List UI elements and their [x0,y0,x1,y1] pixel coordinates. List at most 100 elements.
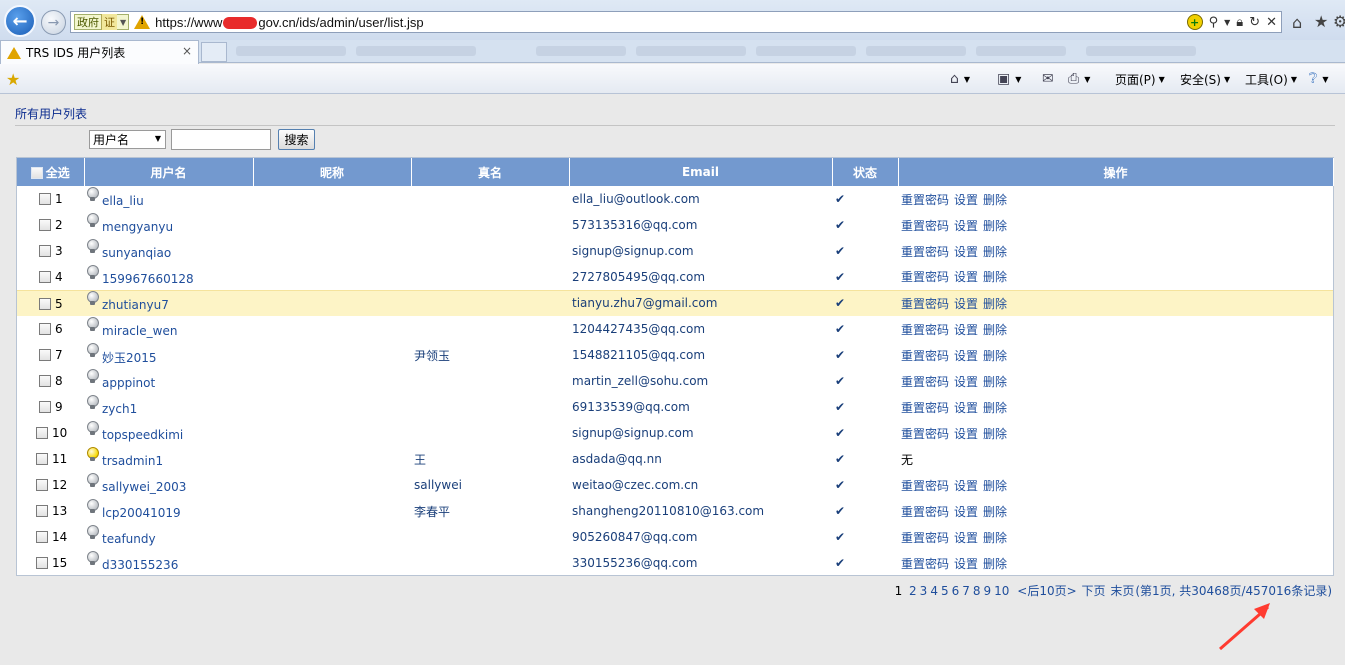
compatibility-icon[interactable]: + [1186,14,1203,30]
delete-link[interactable]: 删除 [983,531,1007,545]
background-tab[interactable] [636,46,746,56]
row-checkbox[interactable] [39,375,51,388]
lock-icon[interactable]: 🔒︎ [1236,15,1243,30]
reset-password-link[interactable]: 重置密码 [901,375,949,389]
username-link[interactable]: ella_liu [102,194,144,208]
search-input[interactable] [171,129,271,150]
row-checkbox[interactable] [36,557,48,570]
username-link[interactable]: zych1 [102,402,137,416]
home-menu[interactable]: ⌂ ▼ [950,71,970,87]
pager-page-link[interactable]: 8 [973,584,981,598]
search-field-select[interactable]: 用户名 ▼ [89,130,166,149]
settings-link[interactable]: 设置 [954,531,978,545]
row-checkbox[interactable] [39,323,51,336]
username-link[interactable]: teafundy [102,532,156,546]
pager-page-link[interactable]: 10 [994,584,1009,598]
mail-button[interactable]: ✉ [1042,71,1056,87]
pager-next[interactable]: 下页 [1081,584,1105,598]
background-tab[interactable] [236,46,346,56]
settings-link[interactable]: 设置 [954,297,978,311]
delete-link[interactable]: 删除 [983,297,1007,311]
email-cell[interactable]: 2727805495@qq.com [569,264,832,290]
delete-link[interactable]: 删除 [983,505,1007,519]
settings-link[interactable]: 设置 [954,270,978,284]
email-cell[interactable]: 330155236@qq.com [569,550,832,576]
stop-icon[interactable]: ✕ [1266,15,1277,30]
username-link[interactable]: lcp20041019 [102,506,181,520]
username-link[interactable]: topspeedkimi [102,428,183,442]
background-tab[interactable] [1086,46,1196,56]
page-menu[interactable]: 页面(P) ▼ [1115,71,1165,88]
pager-page-link[interactable]: 9 [984,584,992,598]
email-cell[interactable]: 69133539@qq.com [569,394,832,420]
username-link[interactable]: miracle_wen [102,324,177,338]
pager-last[interactable]: 末页 [1110,584,1134,598]
email-cell[interactable]: tianyu.zhu7@gmail.com [569,289,832,316]
select-all-checkbox[interactable] [30,167,43,179]
delete-link[interactable]: 删除 [983,427,1007,441]
delete-link[interactable]: 删除 [983,349,1007,363]
row-checkbox[interactable] [39,401,51,414]
reset-password-link[interactable]: 重置密码 [901,219,949,233]
settings-link[interactable]: 设置 [954,323,978,337]
pager-page-link[interactable]: 3 [920,584,928,598]
email-cell[interactable]: 905260847@qq.com [569,524,832,550]
username-link[interactable]: trsadmin1 [102,454,163,468]
settings-link[interactable]: 设置 [954,219,978,233]
page-title[interactable]: 所有用户列表 [15,105,87,122]
email-cell[interactable]: shangheng20110810@163.com [569,498,832,524]
delete-link[interactable]: 删除 [983,270,1007,284]
row-checkbox[interactable] [39,193,51,206]
pager-page-link[interactable]: 2 [909,584,917,598]
email-cell[interactable]: 1204427435@qq.com [569,316,832,342]
settings-link[interactable]: 设置 [954,245,978,259]
username-link[interactable]: d330155236 [102,558,178,572]
pager-page-link[interactable]: 5 [941,584,949,598]
username-link[interactable]: sallywei_2003 [102,480,186,494]
settings-link[interactable]: 设置 [954,505,978,519]
row-checkbox[interactable] [39,271,51,283]
email-cell[interactable]: martin_zell@sohu.com [569,368,832,394]
new-tab-button[interactable] [201,42,227,62]
reset-password-link[interactable]: 重置密码 [901,479,949,493]
username-link[interactable]: 妙玉2015 [102,351,157,365]
email-cell[interactable]: asdada@qq.nn [569,446,832,472]
reset-password-link[interactable]: 重置密码 [901,349,949,363]
settings-link[interactable]: 设置 [954,557,978,571]
email-cell[interactable]: weitao@czec.com.cn [569,472,832,498]
reset-password-link[interactable]: 重置密码 [901,245,949,259]
email-cell[interactable]: 573135316@qq.com [569,212,832,238]
tab-active[interactable]: TRS IDS 用户列表 × [0,40,199,64]
delete-link[interactable]: 删除 [983,245,1007,259]
background-tab[interactable] [866,46,966,56]
row-checkbox[interactable] [36,531,48,544]
settings-link[interactable]: 设置 [954,375,978,389]
reset-password-link[interactable]: 重置密码 [901,297,949,311]
background-tab[interactable] [536,46,626,56]
delete-link[interactable]: 删除 [983,375,1007,389]
pager-page-link[interactable]: 6 [952,584,960,598]
reset-password-link[interactable]: 重置密码 [901,427,949,441]
pager-next10[interactable]: <后10页> [1017,584,1076,598]
reset-password-link[interactable]: 重置密码 [901,557,949,571]
feeds-menu[interactable]: ▣ ▼ [997,71,1021,87]
email-cell[interactable]: 1548821105@qq.com [569,342,832,368]
chevron-down-icon[interactable]: ▼ [1224,18,1230,27]
settings-link[interactable]: 设置 [954,479,978,493]
delete-link[interactable]: 删除 [983,557,1007,571]
search-icon[interactable]: ⚲ [1209,15,1219,30]
background-tab[interactable] [756,46,856,56]
reset-password-link[interactable]: 重置密码 [901,323,949,337]
email-cell[interactable]: signup@signup.com [569,238,832,264]
pager-page-link[interactable]: 4 [930,584,938,598]
safety-menu[interactable]: 安全(S) ▼ [1180,71,1230,88]
row-checkbox[interactable] [39,349,51,362]
header-select-all[interactable]: 全选 [17,158,85,186]
settings-link[interactable]: 设置 [954,427,978,441]
settings-link[interactable]: 设置 [954,349,978,363]
row-checkbox[interactable] [39,245,51,258]
gear-icon[interactable]: ⚙ [1333,12,1345,31]
reset-password-link[interactable]: 重置密码 [901,401,949,415]
email-cell[interactable]: signup@signup.com [569,420,832,446]
delete-link[interactable]: 删除 [983,323,1007,337]
